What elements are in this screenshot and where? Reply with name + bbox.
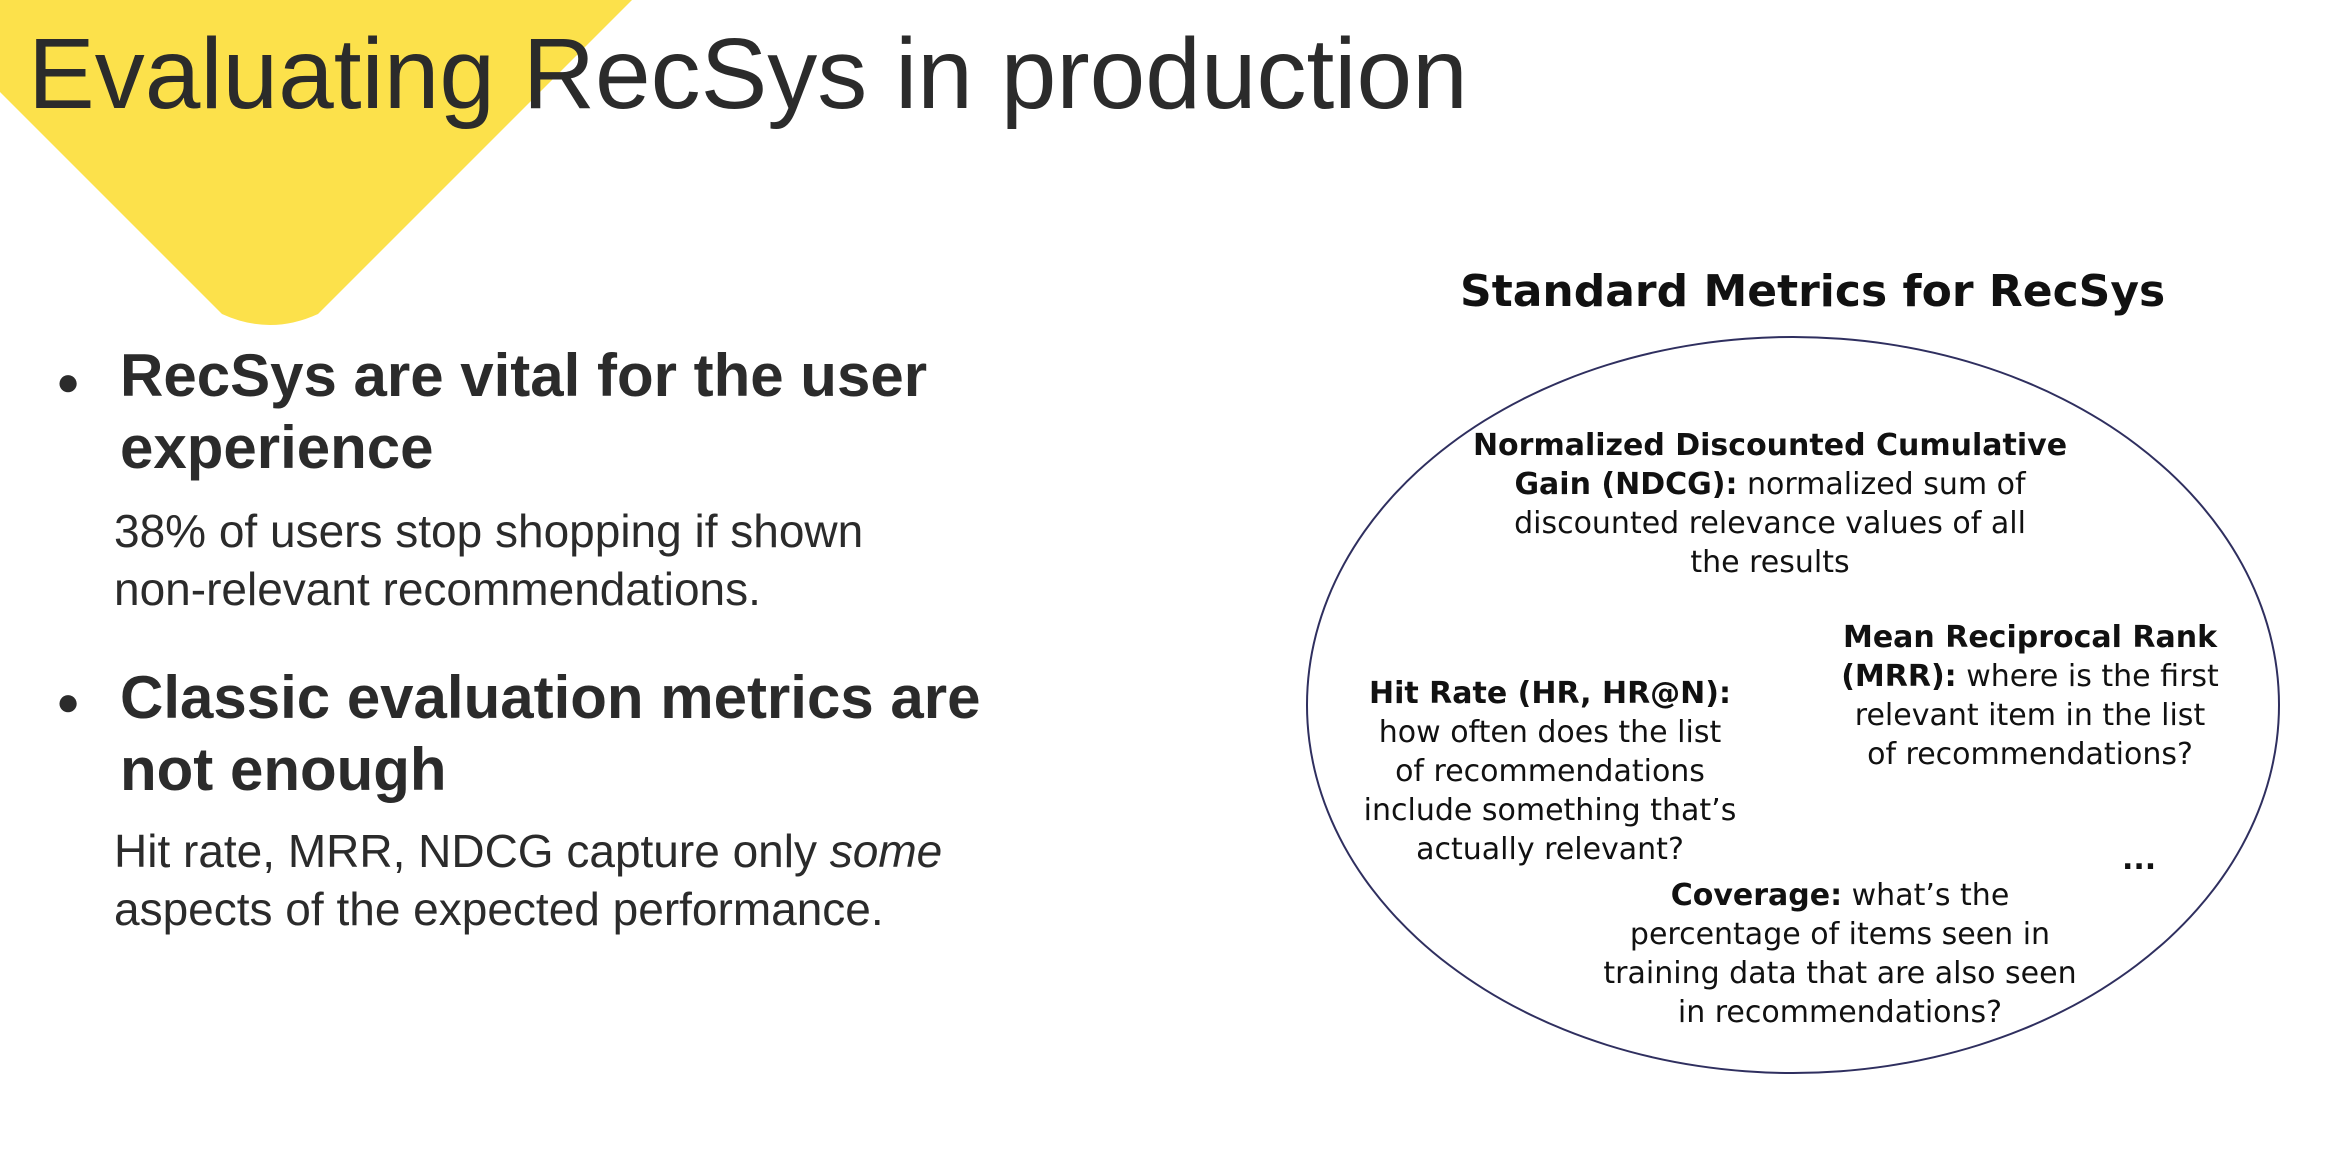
- bullet-1-heading-line1: RecSys are vital for the user: [120, 342, 928, 409]
- bullet-2-heading-line2: not enough: [120, 736, 447, 803]
- metric-mrr: Mean Reciprocal Rank (MRR): where is the…: [1820, 618, 2240, 774]
- metric-hit-rate-desc-line3: of recommendations: [1395, 754, 1705, 789]
- bullet-2-body-emphasis: some: [829, 825, 943, 877]
- metric-coverage: Coverage: what’s the percentage of items…: [1580, 876, 2100, 1032]
- bullet-dot-2: ●: [56, 680, 81, 724]
- metric-mrr-desc-line4: of recommendations?: [1867, 737, 2193, 772]
- metric-mrr-desc-line3: relevant item in the list: [1854, 698, 2206, 733]
- metric-mrr-desc-line2: where is the first: [1956, 659, 2219, 694]
- bullet-2-heading-line1: Classic evaluation metrics are: [120, 664, 981, 731]
- metric-hit-rate-desc-line2: how often does the list: [1378, 715, 1722, 750]
- metric-mrr-name-line1: Mean Reciprocal Rank: [1842, 620, 2218, 655]
- metric-hit-rate-desc-line4: include something that’s: [1363, 793, 1737, 828]
- metric-hit-rate-desc-line5: actually relevant?: [1416, 832, 1684, 867]
- metric-hit-rate-name: Hit Rate (HR, HR@N):: [1369, 676, 1731, 711]
- bullet-2-body: Hit rate, MRR, NDCG capture only some as…: [114, 822, 942, 938]
- slide-title: Evaluating RecSys in production: [28, 18, 1468, 130]
- metric-coverage-desc-line2: percentage of items seen in: [1629, 917, 2051, 952]
- bullet-1-heading: RecSys are vital for the user experience: [120, 340, 927, 484]
- bullet-2-body-line2: aspects of the expected performance.: [114, 883, 884, 935]
- metric-ndcg: Normalized Discounted Cumulative Gain (N…: [1460, 426, 2080, 582]
- metric-hit-rate: Hit Rate (HR, HR@N): how often does the …: [1350, 674, 1750, 869]
- metric-coverage-desc-line4: in recommendations?: [1677, 995, 2003, 1030]
- metric-ndcg-desc-line3: discounted relevance values of all: [1514, 506, 2026, 541]
- bullet-dot-1: ●: [56, 360, 81, 404]
- metric-ndcg-desc-line2: normalized sum of: [1737, 467, 2026, 502]
- metric-coverage-name: Coverage:: [1670, 878, 1843, 913]
- bullet-2-body-line1-prefix: Hit rate, MRR, NDCG capture only: [114, 825, 830, 877]
- metrics-panel-title: Standard Metrics for RecSys: [1460, 266, 2166, 317]
- metric-ndcg-name-line1: Normalized Discounted Cumulative: [1472, 428, 2068, 463]
- bullet-1-heading-line2: experience: [120, 414, 434, 481]
- bullet-1-body-line2: non-relevant recommendations.: [114, 563, 761, 615]
- more-metrics-ellipsis: ...: [2122, 842, 2157, 877]
- metric-coverage-desc-line3: training data that are also seen: [1603, 956, 2077, 991]
- bullet-2-heading: Classic evaluation metrics are not enoug…: [120, 662, 980, 806]
- metric-mrr-name-line2: (MRR):: [1841, 659, 1957, 694]
- metric-ndcg-desc-line4: the results: [1690, 545, 1850, 580]
- metric-coverage-desc-line1: what’s the: [1842, 878, 2010, 913]
- bullet-1-body: 38% of users stop shopping if shown non-…: [114, 502, 863, 618]
- metric-ndcg-name-line2: Gain (NDCG):: [1514, 467, 1738, 502]
- bullet-1-body-line1: 38% of users stop shopping if shown: [114, 505, 864, 557]
